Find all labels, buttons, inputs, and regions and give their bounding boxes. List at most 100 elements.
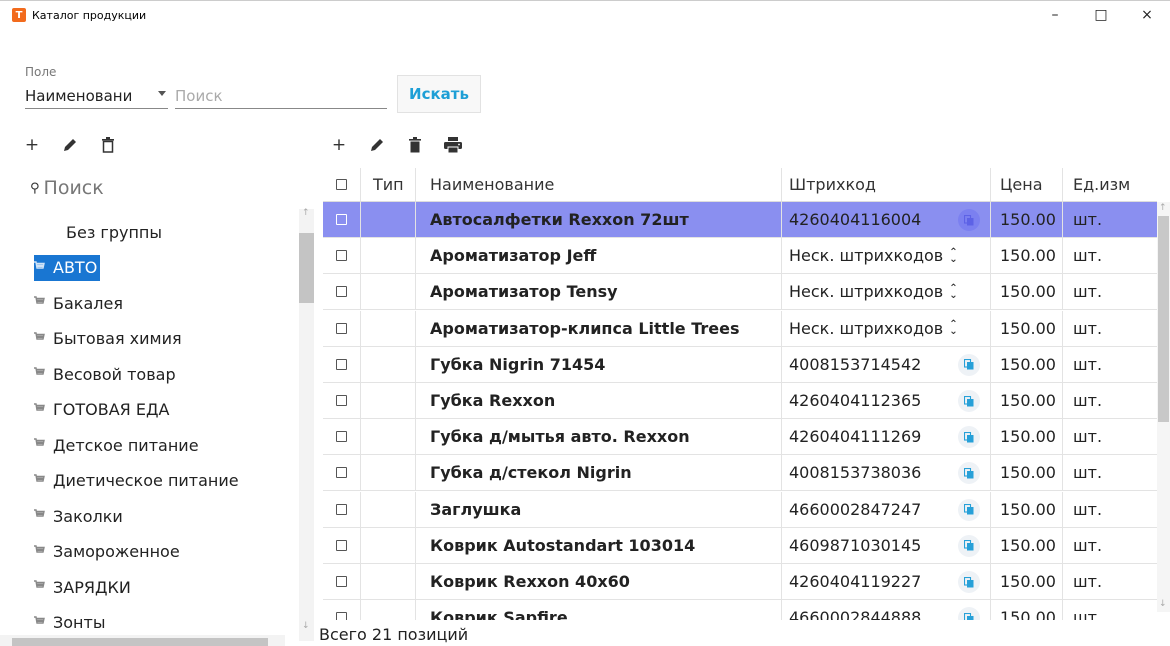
tree-item[interactable]: Бытовая химия	[34, 326, 182, 352]
close-button[interactable]: ×	[1124, 1, 1170, 29]
cart-icon	[34, 615, 46, 630]
cart-icon	[34, 438, 46, 452]
expand-barcodes-icon[interactable]: ⌃ ⌄	[949, 320, 957, 337]
row-checkbox[interactable]	[323, 383, 361, 418]
expand-barcodes-icon[interactable]: ⌃ ⌄	[949, 247, 957, 264]
row-checkbox[interactable]	[323, 455, 361, 491]
tree-item[interactable]: Без группы	[66, 219, 162, 245]
row-checkbox[interactable]	[323, 346, 361, 382]
copy-barcode-icon[interactable]	[958, 209, 980, 231]
copy-barcode-icon[interactable]	[958, 534, 980, 557]
table-row[interactable]: Ароматизатор Tensy Неск. штрихкодов ⌃ ⌄ 150.…	[323, 274, 1157, 311]
table-row[interactable]: Ароматизатор-клипса Little Trees Неск. шт…	[323, 310, 1157, 347]
maximize-button[interactable]: □	[1078, 1, 1124, 29]
tree-toolbar: +	[22, 135, 118, 155]
tree-item-label: Замороженное	[53, 542, 180, 561]
table-row[interactable]: Губка Nigrin 71454 4008153714542 150.00 шт.	[323, 346, 1157, 383]
print-icon[interactable]	[443, 135, 463, 155]
cell-price-text: 150.00	[1000, 463, 1056, 483]
table-row[interactable]: Губка д/мытья авто. Rexxon 4260404111269 1…	[323, 419, 1157, 456]
caret-down-icon	[158, 91, 166, 96]
copy-barcode-icon[interactable]	[958, 426, 980, 449]
tree-vscrollbar[interactable]	[299, 209, 314, 641]
tree-item[interactable]: Зонты	[34, 610, 105, 636]
search-input[interactable]	[175, 83, 387, 109]
row-checkbox[interactable]	[323, 310, 361, 346]
copy-barcode-icon[interactable]	[958, 462, 980, 485]
table-row[interactable]: Губка д/стекол Nigrin 4008153738036 150.00…	[323, 455, 1157, 492]
delete-item-icon[interactable]	[405, 135, 425, 155]
tree-item-label: Без группы	[66, 222, 162, 242]
tree-item[interactable]: Диетическое питание	[34, 468, 239, 494]
search-button[interactable]: Искать	[397, 75, 481, 113]
table-row[interactable]: Коврик Autostandart 103014 4609871030145 1…	[323, 527, 1157, 564]
table-vscroll-thumb[interactable]	[1158, 216, 1169, 422]
row-checkbox[interactable]	[323, 274, 361, 310]
edit-group-icon[interactable]	[60, 135, 80, 155]
table-scroll-up-icon[interactable]: ↑	[1159, 203, 1167, 213]
copy-barcode-icon[interactable]	[958, 390, 980, 412]
cell-barcode: 4660002847247	[782, 491, 991, 527]
tree-item[interactable]: ЗАРЯДКИ	[34, 574, 131, 600]
cell-barcode: Неск. штрихкодов ⌃ ⌄	[782, 238, 991, 274]
cell-unit-text: шт.	[1073, 210, 1103, 229]
expand-barcodes-icon[interactable]: ⌃ ⌄	[949, 283, 957, 300]
tree-item[interactable]: ГОТОВАЯ ЕДА	[34, 397, 169, 423]
tree-item[interactable]: Заколки	[34, 503, 123, 529]
tree-hscrollbar[interactable]	[0, 635, 285, 646]
row-checkbox[interactable]	[323, 202, 361, 237]
tree-item[interactable]: Весовой товар	[34, 361, 176, 387]
copy-barcode-icon[interactable]	[958, 607, 980, 620]
cell-unit: шт.	[1063, 600, 1157, 620]
row-checkbox[interactable]	[323, 419, 361, 455]
tree-item[interactable]: АВТО	[34, 254, 101, 281]
scroll-down-icon[interactable]: ↓	[302, 621, 310, 631]
checkbox-icon	[336, 286, 347, 298]
row-checkbox[interactable]	[323, 238, 361, 274]
tree-item[interactable]: Детское питание	[34, 432, 199, 458]
column-header-type[interactable]: Тип	[361, 168, 416, 201]
delete-group-icon[interactable]	[98, 135, 118, 155]
copy-barcode-icon[interactable]	[958, 498, 980, 521]
cell-type	[361, 346, 416, 382]
table-row[interactable]: Автосалфетки Rexxon 72шт 4260404116004 150…	[323, 202, 1157, 238]
cell-barcode: 4008153714542	[782, 346, 991, 382]
tree-vscroll-thumb[interactable]	[299, 233, 314, 303]
table-row[interactable]: Коврик Sapfire 4660002844888 150.00 шт.	[323, 600, 1157, 620]
table-row[interactable]: Губка Rexxon 4260404112365 150.00 шт.	[323, 383, 1157, 419]
cell-price-text: 150.00	[1000, 608, 1056, 620]
table-row[interactable]: Заглушка 4660002847247 150.00 шт.	[323, 491, 1157, 528]
edit-item-icon[interactable]	[367, 135, 387, 155]
table-vscrollbar[interactable]	[1157, 202, 1170, 612]
field-select[interactable]: Наименовани	[25, 83, 168, 109]
table-row[interactable]: Ароматизатор Jeff Неск. штрихкодов ⌃ ⌄ 150.0…	[323, 238, 1157, 275]
copy-barcode-icon[interactable]	[958, 353, 980, 376]
column-header-price[interactable]: Цена	[991, 168, 1063, 201]
scroll-up-icon[interactable]: ↑	[302, 208, 310, 218]
header-select-all[interactable]	[323, 168, 361, 201]
column-header-unit[interactable]: Ед.изм	[1063, 168, 1157, 201]
row-checkbox[interactable]	[323, 564, 361, 599]
copy-barcode-icon[interactable]	[958, 571, 980, 593]
column-header-barcode[interactable]: Штрихкод	[782, 168, 991, 201]
cell-unit: шт.	[1063, 383, 1157, 418]
cell-name: Губка Rexxon	[416, 383, 782, 418]
row-checkbox[interactable]	[323, 600, 361, 620]
cell-name-text: Автосалфетки Rexxon 72шт	[430, 210, 689, 229]
table-scroll-down-icon[interactable]: ↓	[1159, 599, 1167, 609]
row-checkbox[interactable]	[323, 527, 361, 563]
total-count: Всего 21 позиций	[319, 625, 469, 644]
minimize-button[interactable]: –	[1032, 1, 1078, 29]
cell-name-text: Губка Nigrin 71454	[430, 354, 606, 374]
tree-item[interactable]: Бакалея	[34, 290, 123, 316]
cell-unit-text: шт.	[1073, 572, 1103, 591]
row-checkbox[interactable]	[323, 491, 361, 527]
table-row[interactable]: Коврик Rexxon 40x60 4260404119227 150.00 шт…	[323, 564, 1157, 600]
column-header-name[interactable]: Наименование	[416, 168, 782, 201]
tree-search[interactable]: ⚲ Поиск	[30, 177, 104, 199]
add-item-icon[interactable]: +	[329, 135, 349, 155]
tree-hscroll-thumb[interactable]	[12, 638, 268, 646]
add-group-icon[interactable]: +	[22, 135, 42, 155]
tree-item-label: АВТО	[53, 258, 98, 277]
tree-item[interactable]: Замороженное	[34, 539, 180, 565]
